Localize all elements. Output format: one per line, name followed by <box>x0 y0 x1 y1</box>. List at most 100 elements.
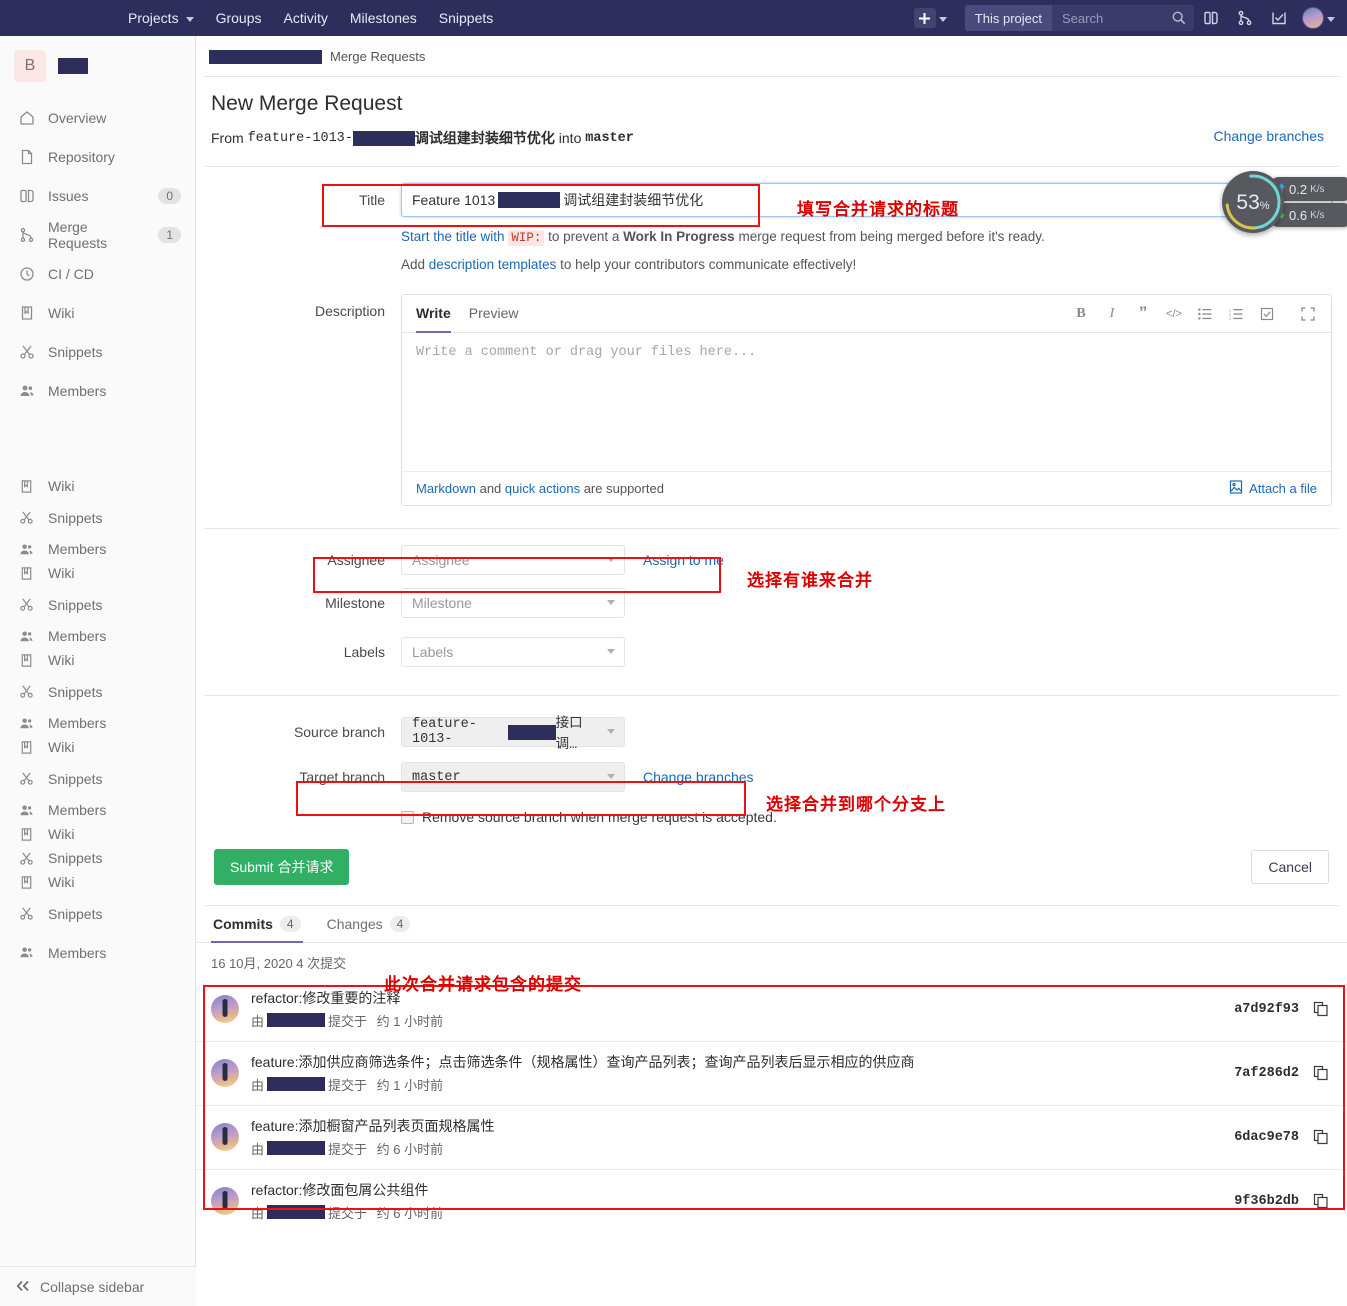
assignee-placeholder: Assignee <box>412 552 470 568</box>
sidebar-ghost-item-members-5[interactable]: Members <box>0 933 195 972</box>
search-input[interactable] <box>1052 9 1170 27</box>
commit-title[interactable]: feature:添加橱窗产品列表页面规格属性 <box>251 1117 1234 1136</box>
milestone-select[interactable]: Milestone <box>401 588 625 618</box>
tab-write[interactable]: Write <box>416 295 451 333</box>
sidebar-item-wiki[interactable]: Wiki <box>0 293 195 332</box>
sidebar-ghost-item-snippets-6[interactable]: Snippets <box>0 894 195 933</box>
network-speed-widget[interactable]: 0.2 K/s 0.6 K/s 53% <box>1222 171 1347 233</box>
target-branch-select[interactable]: master <box>401 762 625 792</box>
chevron-down-icon <box>607 557 615 562</box>
commit-hash[interactable]: 9f36b2db <box>1234 1194 1299 1209</box>
table-row[interactable]: refactor:修改重要的注释 由提交于 约 1 小时前 a7d92f93 <box>196 978 1347 1042</box>
sidebar-ghost-item-snippets-2[interactable]: Snippets <box>0 585 195 624</box>
table-row[interactable]: feature:添加橱窗产品列表页面规格属性 由 提交于 约 6 小时前 6dac… <box>196 1106 1347 1170</box>
sidebar-ghost-item-snippets-5[interactable]: Snippets <box>0 846 195 870</box>
search-scope-button[interactable]: This project <box>964 5 1052 31</box>
issues-icon[interactable] <box>1194 0 1228 36</box>
tab-changes[interactable]: Changes 4 <box>325 906 413 943</box>
copy-icon[interactable] <box>1313 1065 1329 1081</box>
table-row[interactable]: feature:添加供应商筛选条件；点击筛选条件（规格属性）查询产品列表；查询产… <box>196 1042 1347 1106</box>
sidebar-item-issues[interactable]: Issues 0 <box>0 176 195 215</box>
remove-source-branch-checkbox-row[interactable]: Remove source branch when merge request … <box>401 809 777 825</box>
collapse-sidebar-button[interactable]: Collapse sidebar <box>0 1266 196 1306</box>
markdown-link[interactable]: Markdown <box>416 481 476 496</box>
copy-icon[interactable] <box>1313 1193 1329 1209</box>
sidebar-ghost-item-members-2[interactable]: Members <box>0 624 195 648</box>
tab-commits[interactable]: Commits 4 <box>211 906 303 943</box>
sidebar-ghost-item-snippets-1[interactable]: Snippets <box>0 498 195 537</box>
copy-icon[interactable] <box>1313 1129 1329 1145</box>
tab-preview[interactable]: Preview <box>469 295 519 333</box>
cpu-usage-dial[interactable]: 53% <box>1222 171 1284 233</box>
nav-link-snippets[interactable]: Snippets <box>439 10 493 26</box>
copy-icon[interactable] <box>1313 1001 1329 1017</box>
todos-icon[interactable] <box>1262 0 1296 36</box>
submit-button[interactable]: Submit 合并请求 <box>214 849 350 885</box>
bold-icon[interactable]: B <box>1072 305 1090 323</box>
table-row[interactable]: refactor:修改面包屑公共组件 由 提交于 约 6 小时前 9f36b2db <box>196 1170 1347 1233</box>
sidebar-item-label: Wiki <box>48 826 75 842</box>
sidebar-item-ci-cd[interactable]: CI / CD <box>0 254 195 293</box>
labels-select[interactable]: Labels <box>401 637 625 667</box>
assignee-select[interactable]: Assignee <box>401 545 625 575</box>
breadcrumb-section[interactable]: Merge Requests <box>330 49 425 64</box>
wip-hint-prefix[interactable]: Start the title with <box>401 229 505 244</box>
source-branch-suffix: 调试组建封装细节优化 <box>414 130 555 146</box>
description-templates-link[interactable]: description templates <box>429 257 557 272</box>
italic-icon[interactable]: I <box>1103 305 1121 323</box>
assign-to-me-link[interactable]: Assign to me <box>643 552 724 568</box>
sidebar-ghost-item-wiki-4[interactable]: Wiki <box>0 735 195 759</box>
source-branch-select[interactable]: feature-1013- 接口调… <box>401 717 625 753</box>
user-menu-chevron-down-icon[interactable] <box>1327 16 1335 22</box>
new-item-button[interactable] <box>913 8 936 28</box>
quick-actions-link[interactable]: quick actions <box>505 481 580 496</box>
code-icon[interactable]: </> <box>1165 305 1183 323</box>
sidebar-ghost-item-members-1[interactable]: Members <box>0 537 195 561</box>
users-icon <box>18 944 35 961</box>
quote-icon[interactable]: ” <box>1134 304 1152 323</box>
search-icon[interactable] <box>1170 11 1194 25</box>
sidebar-item-snippets[interactable]: Snippets <box>0 332 195 371</box>
cancel-button[interactable]: Cancel <box>1251 850 1329 884</box>
sidebar-ghost-item-wiki-6[interactable]: Wiki <box>0 870 195 894</box>
breadcrumb-project-redacted[interactable] <box>209 49 322 64</box>
sidebar-ghost-item-wiki-5[interactable]: Wiki <box>0 822 195 846</box>
commit-hash[interactable]: 7af286d2 <box>1234 1066 1299 1081</box>
bullet-list-icon[interactable] <box>1196 305 1214 323</box>
nav-link-groups[interactable]: Groups <box>216 10 262 26</box>
commit-title[interactable]: feature:添加供应商筛选条件；点击筛选条件（规格属性）查询产品列表；查询产… <box>251 1053 1234 1072</box>
fullscreen-icon[interactable] <box>1299 305 1317 323</box>
sidebar-ghost-item-wiki-2[interactable]: Wiki <box>0 561 195 585</box>
sidebar-item-repository[interactable]: Repository <box>0 137 195 176</box>
task-list-icon[interactable] <box>1258 305 1276 323</box>
avatar[interactable] <box>1302 7 1324 29</box>
by-word: 由 <box>251 1205 265 1221</box>
sidebar-project-header[interactable]: B <box>0 36 195 98</box>
change-branches-link[interactable]: Change branches <box>643 769 754 785</box>
commit-hash[interactable]: a7d92f93 <box>1234 1002 1299 1017</box>
attach-file-button[interactable]: Attach a file <box>1229 480 1317 497</box>
nav-link-activity[interactable]: Activity <box>284 10 328 26</box>
change-branches-link-top[interactable]: Change branches <box>1213 128 1324 144</box>
meta-fields: Assignee Assignee Assign to me Milestone… <box>196 529 1347 667</box>
remove-source-branch-checkbox[interactable] <box>401 810 414 824</box>
sidebar-item-members[interactable]: Members <box>0 371 195 410</box>
sidebar-ghost-item-snippets-4[interactable]: Snippets <box>0 759 195 798</box>
commit-title-prefix: feature: <box>251 1053 299 1070</box>
merge-requests-icon[interactable] <box>1228 0 1262 36</box>
new-item-chevron-down-icon[interactable] <box>938 16 947 22</box>
description-textarea[interactable]: Write a comment or drag your files here.… <box>402 333 1331 471</box>
numbered-list-icon[interactable]: 123 <box>1227 305 1245 323</box>
sidebar-ghost-item-members-4[interactable]: Members <box>0 798 195 822</box>
sidebar-ghost-item-wiki-3[interactable]: Wiki <box>0 648 195 672</box>
sidebar-ghost-item-wiki-1[interactable]: Wiki <box>0 474 195 498</box>
commit-hash[interactable]: 6dac9e78 <box>1234 1130 1299 1145</box>
sidebar-ghost-item-snippets-3[interactable]: Snippets <box>0 672 195 711</box>
nav-link-projects[interactable]: Projects <box>128 10 194 26</box>
commit-title[interactable]: refactor:修改面包屑公共组件 <box>251 1181 1234 1200</box>
sidebar-item-overview[interactable]: Overview <box>0 98 195 137</box>
nav-link-milestones[interactable]: Milestones <box>350 10 417 26</box>
target-branch-row: Target branch master Change branches <box>211 747 1332 792</box>
sidebar-ghost-item-members-3[interactable]: Members <box>0 711 195 735</box>
sidebar-item-merge-requests[interactable]: Merge Requests 1 <box>0 215 195 254</box>
